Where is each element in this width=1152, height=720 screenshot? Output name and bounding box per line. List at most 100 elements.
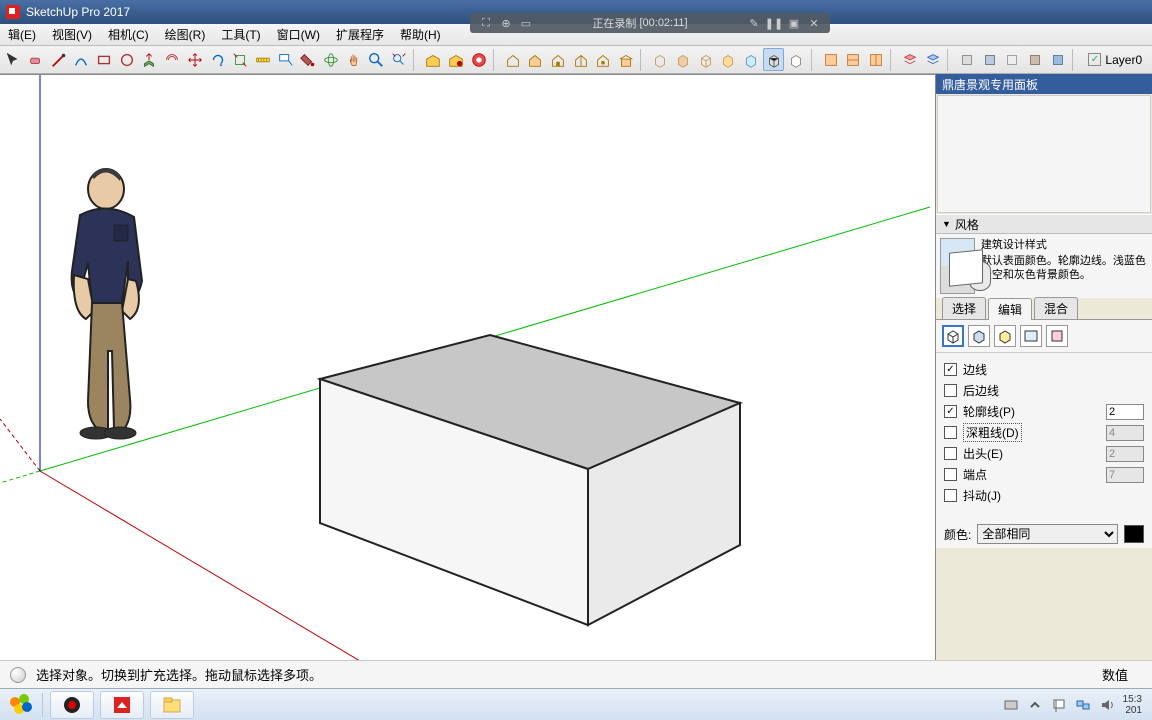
menu-help[interactable]: 帮助(H) <box>392 26 449 43</box>
layer-visible-check[interactable]: ✓ <box>1088 53 1101 66</box>
warehouse-alt-tool[interactable] <box>446 48 467 71</box>
panel-header[interactable]: 鼎唐景观专用面板 <box>936 74 1152 94</box>
jitter-checkbox[interactable] <box>944 489 957 502</box>
task-recorder[interactable] <box>50 691 94 719</box>
section3-tool[interactable] <box>866 48 887 71</box>
subtab-edit[interactable]: 编辑 <box>988 298 1032 320</box>
modeling-icon[interactable] <box>1046 325 1068 347</box>
rotate-tool[interactable] <box>207 48 228 71</box>
viewport-3d[interactable] <box>0 74 936 660</box>
taskbar-separator <box>42 693 43 717</box>
zoom-tool[interactable] <box>366 48 387 71</box>
circle-tool[interactable] <box>116 48 137 71</box>
move-tool[interactable] <box>185 48 206 71</box>
shadow-tool3[interactable] <box>1002 48 1023 71</box>
profile-checkbox[interactable] <box>944 405 957 418</box>
panel-section-styles[interactable]: ▼ 风格 <box>936 214 1152 234</box>
tray-volume-icon[interactable] <box>1099 697 1115 713</box>
section-tool[interactable] <box>820 48 841 71</box>
shadow-tool4[interactable] <box>1025 48 1046 71</box>
house1-tool[interactable] <box>502 48 523 71</box>
tray-icon-1[interactable] <box>1003 697 1019 713</box>
task-explorer[interactable] <box>150 691 194 719</box>
layers2-tool[interactable] <box>922 48 943 71</box>
bg-settings-icon[interactable] <box>994 325 1016 347</box>
tray-network-icon[interactable] <box>1075 697 1091 713</box>
arc-tool[interactable] <box>71 48 92 71</box>
style-shaded-tool[interactable] <box>763 48 784 71</box>
box2-tool[interactable] <box>673 48 694 71</box>
color-mode-select[interactable]: 全部相同 <box>977 524 1118 544</box>
layer-selector[interactable]: ✓ Layer0 <box>1080 53 1150 67</box>
rec-crop-icon[interactable]: ▭ <box>519 16 533 30</box>
zoom-extents-tool[interactable] <box>389 48 410 71</box>
pushpull-tool[interactable] <box>139 48 160 71</box>
rec-zoom-icon[interactable]: ⊕ <box>499 16 513 30</box>
tray-clock[interactable]: 15:3 201 <box>1123 694 1142 716</box>
rec-close-icon[interactable]: ✕ <box>807 16 821 30</box>
orbit-tool[interactable] <box>321 48 342 71</box>
endpoints-checkbox[interactable] <box>944 468 957 481</box>
text-tool[interactable] <box>275 48 296 71</box>
menu-tools[interactable]: 工具(T) <box>213 26 268 43</box>
house2-tool[interactable] <box>525 48 546 71</box>
recording-toolbar[interactable]: ⛶ ⊕ ▭ 正在录制 [00:02:11] ✎ ❚❚ ▣ ✕ <box>470 13 830 33</box>
house4-tool[interactable] <box>570 48 591 71</box>
rec-camera-icon[interactable]: ▣ <box>787 16 801 30</box>
tray-flag-icon[interactable] <box>1051 697 1067 713</box>
house3-tool[interactable] <box>548 48 569 71</box>
edges-checkbox[interactable] <box>944 363 957 376</box>
status-icon[interactable] <box>10 667 26 683</box>
box1-tool[interactable] <box>650 48 671 71</box>
menu-view[interactable]: 视图(V) <box>44 26 100 43</box>
menu-camera[interactable]: 相机(C) <box>100 26 157 43</box>
watermark-icon[interactable] <box>1020 325 1042 347</box>
face-settings-icon[interactable] <box>968 325 990 347</box>
rec-pause-icon[interactable]: ❚❚ <box>767 16 781 30</box>
collapse-icon: ▼ <box>942 219 951 229</box>
shadow-tool2[interactable] <box>979 48 1000 71</box>
start-button[interactable] <box>4 691 38 719</box>
warehouse-tool[interactable] <box>423 48 444 71</box>
house5-tool[interactable] <box>593 48 614 71</box>
toolbar-separator <box>640 49 645 71</box>
tray-up-icon[interactable] <box>1027 697 1043 713</box>
style-mono-tool[interactable] <box>786 48 807 71</box>
house6-tool[interactable] <box>616 48 637 71</box>
paint-tool[interactable] <box>298 48 319 71</box>
subtab-select[interactable]: 选择 <box>942 297 986 319</box>
extension-checkbox[interactable] <box>944 447 957 460</box>
scale-tool[interactable] <box>230 48 251 71</box>
shadow-tool1[interactable] <box>957 48 978 71</box>
menu-edit[interactable]: 辑(E) <box>0 26 44 43</box>
profile-input[interactable] <box>1106 404 1144 420</box>
menu-extensions[interactable]: 扩展程序 <box>328 26 392 43</box>
eraser-tool[interactable] <box>26 48 47 71</box>
rec-pencil-icon[interactable]: ✎ <box>747 16 761 30</box>
shadow-tool5[interactable] <box>1047 48 1068 71</box>
toolbar-separator <box>811 49 816 71</box>
layers-tool[interactable] <box>900 48 921 71</box>
backedges-checkbox[interactable] <box>944 384 957 397</box>
box4-tool[interactable] <box>718 48 739 71</box>
offset-tool[interactable] <box>162 48 183 71</box>
task-sketchup[interactable] <box>100 691 144 719</box>
menu-window[interactable]: 窗口(W) <box>269 26 328 43</box>
box5-tool[interactable] <box>741 48 762 71</box>
tape-tool[interactable] <box>253 48 274 71</box>
box3-tool[interactable] <box>695 48 716 71</box>
edge-settings-icon[interactable] <box>942 325 964 347</box>
depth-checkbox[interactable] <box>944 426 957 439</box>
rectangle-tool[interactable] <box>94 48 115 71</box>
section2-tool[interactable] <box>843 48 864 71</box>
toolbar-separator <box>1072 49 1077 71</box>
extension-tool[interactable] <box>468 48 489 71</box>
pan-tool[interactable] <box>343 48 364 71</box>
subtab-mix[interactable]: 混合 <box>1034 297 1078 319</box>
rec-fullscreen-icon[interactable]: ⛶ <box>479 16 493 30</box>
style-thumbnail[interactable] <box>940 238 975 294</box>
line-tool[interactable] <box>48 48 69 71</box>
color-swatch[interactable] <box>1124 525 1144 543</box>
select-tool[interactable] <box>3 48 24 71</box>
menu-draw[interactable]: 绘图(R) <box>157 26 214 43</box>
